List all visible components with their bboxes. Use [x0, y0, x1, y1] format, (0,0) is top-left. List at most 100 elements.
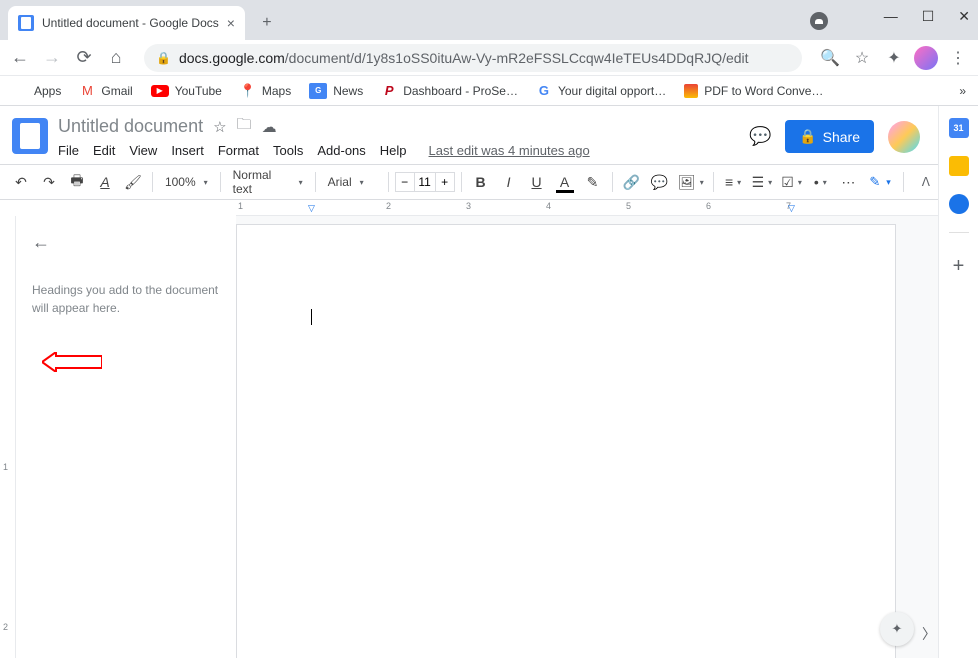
- bookmark-pdf[interactable]: PDF to Word Conve…: [684, 84, 823, 98]
- window-close-button[interactable]: ✕: [958, 8, 970, 25]
- side-panel-collapse-button[interactable]: 〉: [922, 624, 936, 644]
- outline-close-button[interactable]: ←: [32, 232, 220, 253]
- separator: [903, 172, 904, 192]
- bookmark-dashboard[interactable]: PDashboard - ProSe…: [381, 83, 518, 99]
- tasks-icon[interactable]: [949, 194, 969, 214]
- explore-button[interactable]: ✦: [880, 612, 914, 646]
- back-button[interactable]: ←: [8, 46, 32, 70]
- window-maximize-button[interactable]: ☐: [922, 8, 935, 25]
- bookmarks-bar: Apps MGmail ▶YouTube 📍Maps GNews PDashbo…: [0, 76, 978, 106]
- ruler-tick: 3: [466, 201, 471, 211]
- checklist-button[interactable]: ☑: [778, 169, 806, 195]
- paragraph-style-dropdown[interactable]: Normal text: [227, 168, 309, 196]
- spellcheck-button[interactable]: A: [92, 169, 118, 195]
- chevron-down-icon: ▾: [886, 177, 891, 188]
- browser-tab[interactable]: Untitled document - Google Docs ×: [8, 6, 245, 40]
- underline-button[interactable]: U: [524, 169, 550, 195]
- paint-format-button[interactable]: 🖌: [120, 169, 146, 195]
- insert-comment-button[interactable]: 💬: [647, 169, 673, 195]
- menu-addons[interactable]: Add-ons: [317, 143, 365, 158]
- bookmark-apps[interactable]: Apps: [12, 83, 61, 99]
- menu-file[interactable]: File: [58, 143, 79, 158]
- move-folder-icon[interactable]: 🗀: [237, 114, 252, 139]
- bookmark-maps[interactable]: 📍Maps: [240, 83, 291, 99]
- address-bar[interactable]: 🔒 docs.google.com/document/d/1y8s1oSS0it…: [144, 44, 802, 72]
- redo-button[interactable]: ↷: [36, 169, 62, 195]
- separator: [152, 172, 153, 192]
- cloud-status-icon[interactable]: ☁: [262, 118, 277, 136]
- tab-close-icon[interactable]: ×: [227, 15, 235, 31]
- account-avatar[interactable]: [888, 121, 920, 153]
- lock-icon: 🔒: [799, 128, 816, 145]
- font-size-increase[interactable]: +: [435, 172, 455, 192]
- insert-link-button[interactable]: 🔗: [619, 169, 645, 195]
- bookmark-youtube[interactable]: ▶YouTube: [151, 84, 222, 98]
- print-button[interactable]: 🖶: [64, 169, 90, 195]
- bookmarks-overflow[interactable]: »: [959, 84, 966, 98]
- insert-image-button[interactable]: 🖼: [675, 169, 708, 195]
- separator: [713, 172, 714, 192]
- document-title[interactable]: Untitled document: [58, 116, 203, 137]
- calendar-icon[interactable]: [949, 118, 969, 138]
- line-spacing-button[interactable]: ☰: [748, 169, 776, 195]
- browser-menu-icon[interactable]: ⋮: [946, 46, 970, 70]
- forward-button[interactable]: →: [40, 46, 64, 70]
- hide-menus-button[interactable]: ᐱ: [922, 175, 930, 189]
- last-edit-link[interactable]: Last edit was 4 minutes ago: [429, 143, 590, 158]
- bookmark-digital[interactable]: GYour digital opport…: [536, 83, 666, 99]
- more-button[interactable]: ⋯: [835, 169, 861, 195]
- tab-title: Untitled document - Google Docs: [42, 16, 219, 30]
- align-button[interactable]: ≡: [720, 169, 746, 195]
- search-icon[interactable]: 🔍: [818, 46, 842, 70]
- reload-button[interactable]: ⟳: [72, 46, 96, 70]
- font-family-dropdown[interactable]: Arial: [322, 175, 382, 189]
- window-minimize-button[interactable]: —: [884, 8, 898, 25]
- news-icon: G: [309, 83, 327, 99]
- menu-bar: File Edit View Insert Format Tools Add-o…: [58, 143, 590, 158]
- browser-tab-strip: Untitled document - Google Docs × + — ☐ …: [0, 0, 978, 40]
- add-addon-button[interactable]: +: [953, 255, 965, 278]
- undo-button[interactable]: ↶: [8, 169, 34, 195]
- separator: [612, 172, 613, 192]
- comments-icon[interactable]: 💬: [749, 126, 771, 148]
- menu-view[interactable]: View: [129, 143, 157, 158]
- separator: [220, 172, 221, 192]
- menu-tools[interactable]: Tools: [273, 143, 303, 158]
- document-page[interactable]: [236, 224, 896, 658]
- share-button[interactable]: 🔒Share: [785, 120, 874, 153]
- text-color-button[interactable]: A: [552, 169, 578, 195]
- bulleted-list-button[interactable]: •: [807, 169, 833, 195]
- bookmark-gmail[interactable]: MGmail: [79, 83, 132, 99]
- bold-button[interactable]: B: [468, 169, 494, 195]
- zoom-dropdown[interactable]: 100%: [159, 175, 214, 189]
- star-icon[interactable]: ☆: [213, 118, 226, 136]
- horizontal-ruler[interactable]: ▽ 1 2 3 4 5 6 7 ▽: [236, 200, 938, 216]
- menu-help[interactable]: Help: [380, 143, 407, 158]
- font-size-decrease[interactable]: −: [395, 172, 415, 192]
- ruler-tick: 6: [706, 201, 711, 211]
- menu-edit[interactable]: Edit: [93, 143, 115, 158]
- menu-format[interactable]: Format: [218, 143, 259, 158]
- browser-profile-avatar[interactable]: [914, 46, 938, 70]
- font-size-input[interactable]: 11: [415, 172, 435, 192]
- vertical-ruler[interactable]: 1 2: [0, 216, 16, 658]
- indent-marker-left[interactable]: ▽: [308, 203, 315, 214]
- highlight-button[interactable]: ✎: [580, 169, 606, 195]
- italic-button[interactable]: I: [496, 169, 522, 195]
- new-tab-button[interactable]: +: [253, 9, 281, 37]
- editing-mode-dropdown[interactable]: ✎ ▾: [863, 169, 896, 195]
- extensions-icon[interactable]: ✦: [882, 46, 906, 70]
- header-right: 💬 🔒Share: [749, 120, 926, 153]
- separator: [315, 172, 316, 192]
- menu-insert[interactable]: Insert: [171, 143, 204, 158]
- home-button[interactable]: ⌂: [104, 46, 128, 70]
- profile-badge-icon[interactable]: [810, 12, 828, 30]
- annotation-arrow: [42, 352, 102, 375]
- pdf-icon: [684, 84, 698, 98]
- indent-marker-right[interactable]: ▽: [788, 203, 795, 214]
- bookmark-news[interactable]: GNews: [309, 83, 363, 99]
- docs-logo-icon[interactable]: [12, 118, 48, 154]
- bookmark-star-icon[interactable]: ☆: [850, 46, 874, 70]
- docs-titlebar: Untitled document ☆ 🗀 ☁ File Edit View I…: [58, 114, 590, 158]
- keep-icon[interactable]: [949, 156, 969, 176]
